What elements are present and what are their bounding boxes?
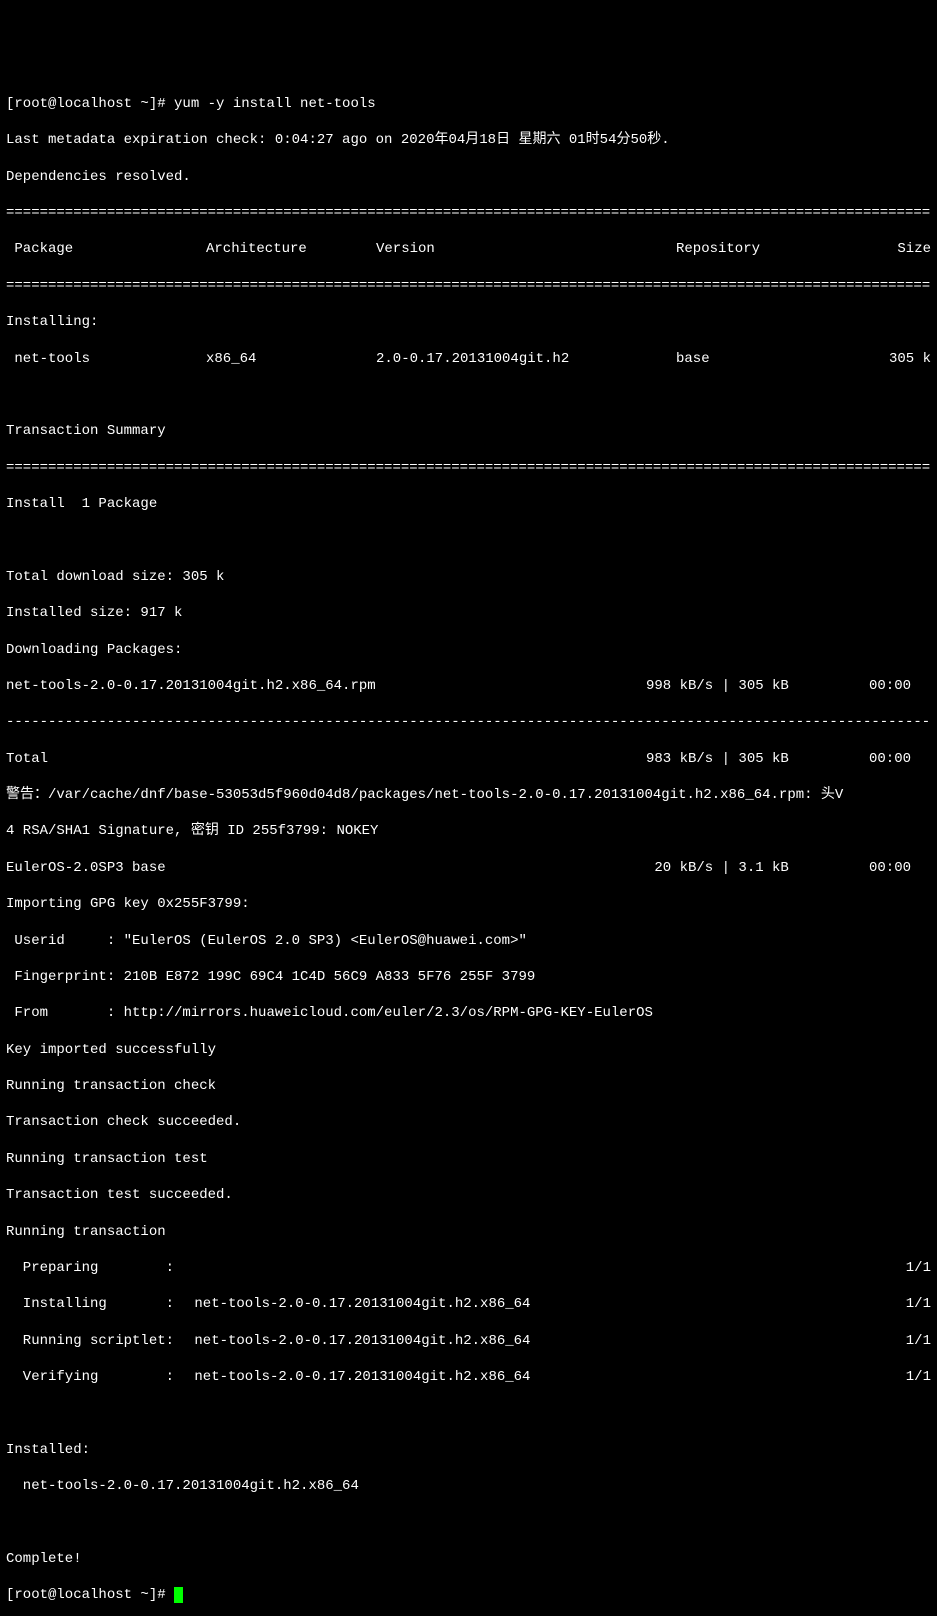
terminal-output: [root@localhost ~]# yum -y install net-t… bbox=[6, 77, 931, 1616]
tx-count: 1/1 bbox=[871, 1368, 931, 1386]
tx-label: Preparing : bbox=[6, 1259, 186, 1277]
tx-val: net-tools-2.0-0.17.20131004git.h2.x86_64 bbox=[186, 1368, 871, 1386]
installed-package: net-tools-2.0-0.17.20131004git.h2.x86_64 bbox=[6, 1477, 931, 1495]
tx-test: Running transaction test bbox=[6, 1150, 931, 1168]
shell-prompt: [root@localhost ~]# bbox=[6, 96, 174, 112]
table-row: net-toolsx86_642.0-0.17.20131004git.h2ba… bbox=[6, 350, 931, 368]
tx-label: Running scriptlet: bbox=[6, 1332, 186, 1350]
installed-header: Installed: bbox=[6, 1441, 931, 1459]
dl-name: net-tools-2.0-0.17.20131004git.h2.x86_64… bbox=[6, 677, 646, 695]
hdr-size: Size bbox=[846, 240, 931, 258]
cell-arch: x86_64 bbox=[206, 350, 376, 368]
rule-dash: ----------------------------------------… bbox=[6, 713, 931, 731]
install-count: Install 1 Package bbox=[6, 495, 931, 513]
tx-count: 1/1 bbox=[871, 1259, 931, 1277]
cursor-icon bbox=[174, 1587, 183, 1603]
rule-eq: ========================================… bbox=[6, 204, 931, 222]
dl-time: 00:00 bbox=[806, 677, 931, 695]
tx-label: Installing : bbox=[6, 1295, 186, 1313]
tx-summary-title: Transaction Summary bbox=[6, 422, 931, 440]
cell-pkg: net-tools bbox=[6, 350, 206, 368]
complete: Complete! bbox=[6, 1550, 931, 1568]
deps-resolved: Dependencies resolved. bbox=[6, 168, 931, 186]
total-rate: 983 kB/s | 305 kB bbox=[646, 750, 806, 768]
repo-time: 00:00 bbox=[806, 859, 931, 877]
tx-val: net-tools-2.0-0.17.20131004git.h2.x86_64 bbox=[186, 1295, 871, 1313]
cell-ver: 2.0-0.17.20131004git.h2 bbox=[376, 350, 676, 368]
gpg-from: From : http://mirrors.huaweicloud.com/eu… bbox=[6, 1004, 931, 1022]
tx-verifying: Verifying : net-tools-2.0-0.17.20131004g… bbox=[6, 1368, 931, 1386]
tx-label: Verifying : bbox=[6, 1368, 186, 1386]
hdr-package: Package bbox=[6, 240, 206, 258]
hdr-version: Version bbox=[376, 240, 676, 258]
command: yum -y install net-tools bbox=[174, 96, 376, 112]
warning-line-1: 警告：/var/cache/dnf/base-53053d5f960d04d8/… bbox=[6, 786, 931, 804]
repo-name: EulerOS-2.0SP3 base bbox=[6, 859, 646, 877]
total-time: 00:00 bbox=[806, 750, 931, 768]
gpg-import: Importing GPG key 0x255F3799: bbox=[6, 895, 931, 913]
hdr-arch: Architecture bbox=[206, 240, 376, 258]
dl-rate: 998 kB/s | 305 kB bbox=[646, 677, 806, 695]
tx-scriptlet: Running scriptlet: net-tools-2.0-0.17.20… bbox=[6, 1332, 931, 1350]
gpg-fingerprint: Fingerprint: 210B E872 199C 69C4 1C4D 56… bbox=[6, 968, 931, 986]
section-installing: Installing: bbox=[6, 313, 931, 331]
rule-eq: ========================================… bbox=[6, 459, 931, 477]
warning-line-2: 4 RSA/SHA1 Signature, 密钥 ID 255f3799: NO… bbox=[6, 822, 931, 840]
total-label: Total bbox=[6, 750, 646, 768]
tx-running: Running transaction bbox=[6, 1223, 931, 1241]
tx-val bbox=[186, 1259, 871, 1277]
tx-installing: Installing : net-tools-2.0-0.17.20131004… bbox=[6, 1295, 931, 1313]
hdr-repo: Repository bbox=[676, 240, 846, 258]
table-header: PackageArchitectureVersionRepositorySize bbox=[6, 240, 931, 258]
cell-size: 305 k bbox=[846, 350, 931, 368]
installed-size: Installed size: 917 k bbox=[6, 604, 931, 622]
tx-count: 1/1 bbox=[871, 1332, 931, 1350]
tx-preparing: Preparing : 1/1 bbox=[6, 1259, 931, 1277]
gpg-userid: Userid : "EulerOS (EulerOS 2.0 SP3) <Eul… bbox=[6, 932, 931, 950]
downloading-packages: Downloading Packages: bbox=[6, 641, 931, 659]
repo-row: EulerOS-2.0SP3 base 20 kB/s | 3.1 kB00:0… bbox=[6, 859, 931, 877]
download-row: net-tools-2.0-0.17.20131004git.h2.x86_64… bbox=[6, 677, 931, 695]
cell-repo: base bbox=[676, 350, 846, 368]
tx-check-ok: Transaction check succeeded. bbox=[6, 1113, 931, 1131]
tx-test-ok: Transaction test succeeded. bbox=[6, 1186, 931, 1204]
rule-eq: ========================================… bbox=[6, 277, 931, 295]
key-imported: Key imported successfully bbox=[6, 1041, 931, 1059]
shell-prompt: [root@localhost ~]# bbox=[6, 1587, 174, 1603]
metadata-line: Last metadata expiration check: 0:04:27 … bbox=[6, 131, 931, 149]
tx-count: 1/1 bbox=[871, 1295, 931, 1313]
total-row: Total983 kB/s | 305 kB00:00 bbox=[6, 750, 931, 768]
tx-val: net-tools-2.0-0.17.20131004git.h2.x86_64 bbox=[186, 1332, 871, 1350]
prompt-line-1[interactable]: [root@localhost ~]# yum -y install net-t… bbox=[6, 95, 931, 113]
total-download-size: Total download size: 305 k bbox=[6, 568, 931, 586]
tx-check: Running transaction check bbox=[6, 1077, 931, 1095]
prompt-line-2[interactable]: [root@localhost ~]# bbox=[6, 1586, 931, 1604]
repo-rate: 20 kB/s | 3.1 kB bbox=[646, 859, 806, 877]
